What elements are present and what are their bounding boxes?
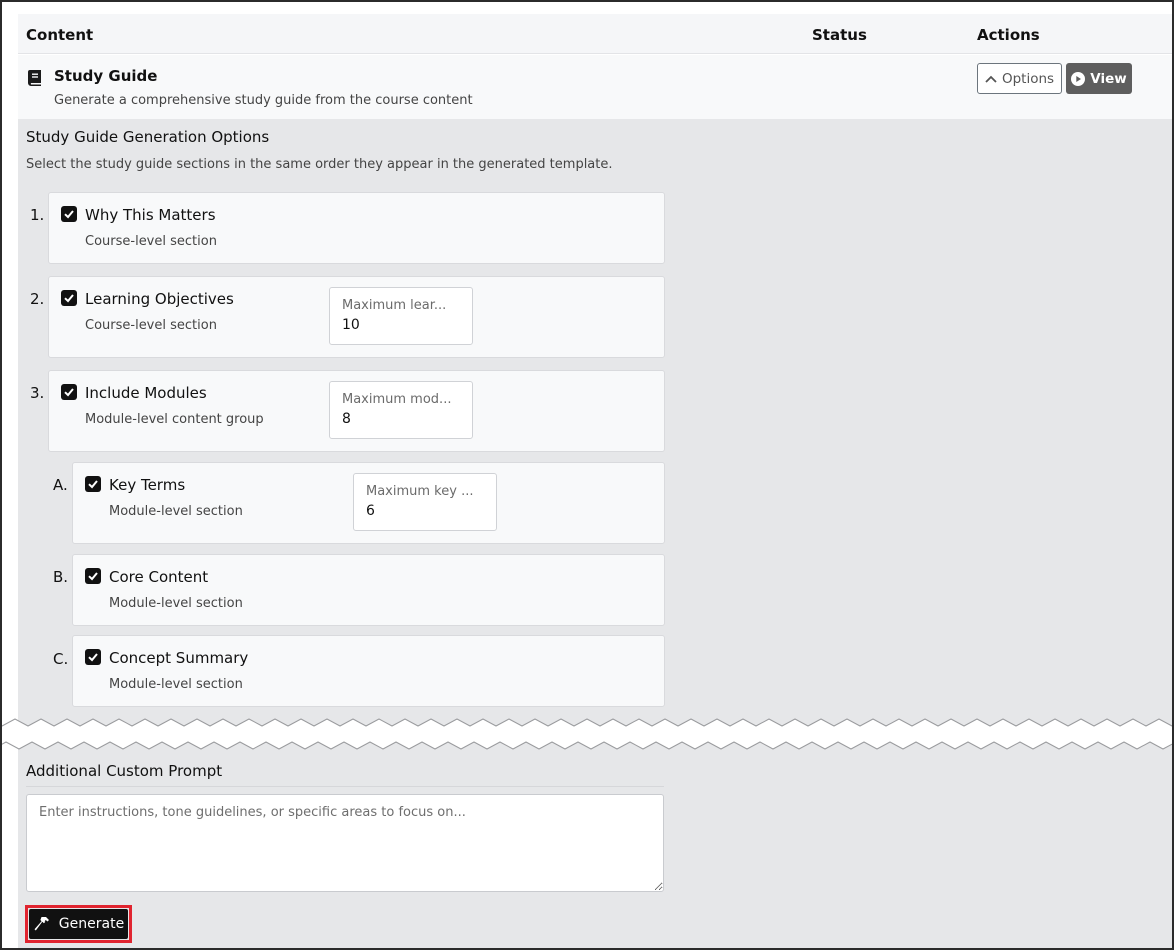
subsection-checkbox[interactable] xyxy=(85,476,101,492)
checkmark-icon xyxy=(64,388,74,397)
field-label: Maximum lear... xyxy=(342,298,447,313)
checkmark-icon xyxy=(64,210,74,219)
subsection-card-core-content: Core Content Module-level section xyxy=(72,554,665,626)
checkmark-icon xyxy=(64,294,74,303)
subsection-title: Core Content xyxy=(109,568,209,586)
subsection-card-concept-summary: Concept Summary Module-level section xyxy=(72,635,665,707)
field-value: 8 xyxy=(342,411,351,427)
divider xyxy=(26,786,664,787)
field-label: Maximum key ... xyxy=(366,484,474,499)
section-title: Include Modules xyxy=(85,384,207,402)
column-header-content: Content xyxy=(26,26,94,44)
max-key-terms-field[interactable]: Maximum key ... 6 xyxy=(353,473,497,531)
column-header-actions: Actions xyxy=(977,26,1040,44)
study-guide-screen: Content Status Actions Study Guide Gener… xyxy=(0,0,1174,950)
torn-edge-divider xyxy=(2,718,1172,750)
checkmark-icon xyxy=(88,572,98,581)
section-card-why-this-matters: Why This Matters Course-level section xyxy=(48,192,665,264)
max-modules-field[interactable]: Maximum mod... 8 xyxy=(329,381,473,439)
checkmark-icon xyxy=(88,653,98,662)
field-label: Maximum mod... xyxy=(342,392,452,407)
section-card-include-modules: Include Modules Module-level content gro… xyxy=(48,370,665,452)
max-learning-objectives-field[interactable]: Maximum lear... 10 xyxy=(329,287,473,345)
section-subtitle: Course-level section xyxy=(85,318,217,333)
row-subtitle: Generate a comprehensive study guide fro… xyxy=(54,93,473,108)
subsection-index: A. xyxy=(53,476,68,494)
section-index: 3. xyxy=(30,384,45,402)
generate-button[interactable]: Generate xyxy=(29,909,128,939)
view-button[interactable]: View xyxy=(1066,63,1132,94)
section-subtitle: Module-level content group xyxy=(85,412,264,427)
field-value: 6 xyxy=(366,503,375,519)
section-checkbox[interactable] xyxy=(61,384,77,400)
row-title: Study Guide xyxy=(54,67,158,85)
play-circle-icon xyxy=(1071,71,1086,86)
subsection-checkbox[interactable] xyxy=(85,568,101,584)
subsection-subtitle: Module-level section xyxy=(109,596,243,611)
table-header: Content Status Actions xyxy=(18,14,1172,54)
subsection-card-key-terms: Key Terms Module-level section Maximum k… xyxy=(72,462,665,544)
subsection-title: Concept Summary xyxy=(109,649,249,667)
subsection-title: Key Terms xyxy=(109,476,186,494)
section-card-learning-objectives: Learning Objectives Course-level section… xyxy=(48,276,665,358)
view-button-label: View xyxy=(1090,70,1127,87)
options-button[interactable]: Options xyxy=(977,63,1062,94)
book-icon xyxy=(28,70,41,86)
chevron-up-icon xyxy=(985,75,997,83)
section-index: 1. xyxy=(30,206,45,224)
custom-prompt-label: Additional Custom Prompt xyxy=(26,762,223,780)
options-button-label: Options xyxy=(1001,70,1055,87)
section-checkbox[interactable] xyxy=(61,206,77,222)
subsection-index: C. xyxy=(53,650,69,668)
section-title: Why This Matters xyxy=(85,206,216,224)
section-index: 2. xyxy=(30,290,45,308)
generate-button-label: Generate xyxy=(58,916,125,932)
section-checkbox[interactable] xyxy=(61,290,77,306)
subsection-subtitle: Module-level section xyxy=(109,677,243,692)
subsection-index: B. xyxy=(53,568,69,586)
subsection-subtitle: Module-level section xyxy=(109,504,243,519)
options-title: Study Guide Generation Options xyxy=(26,128,270,146)
options-description: Select the study guide sections in the s… xyxy=(26,157,613,172)
column-header-status: Status xyxy=(812,26,867,44)
custom-prompt-textarea[interactable] xyxy=(26,794,664,892)
subsection-checkbox[interactable] xyxy=(85,649,101,665)
hammer-icon xyxy=(34,917,49,931)
field-value: 10 xyxy=(342,317,360,333)
checkmark-icon xyxy=(88,480,98,489)
table-row-study-guide: Study Guide Generate a comprehensive stu… xyxy=(18,55,1172,119)
section-subtitle: Course-level section xyxy=(85,234,217,249)
section-title: Learning Objectives xyxy=(85,290,234,308)
